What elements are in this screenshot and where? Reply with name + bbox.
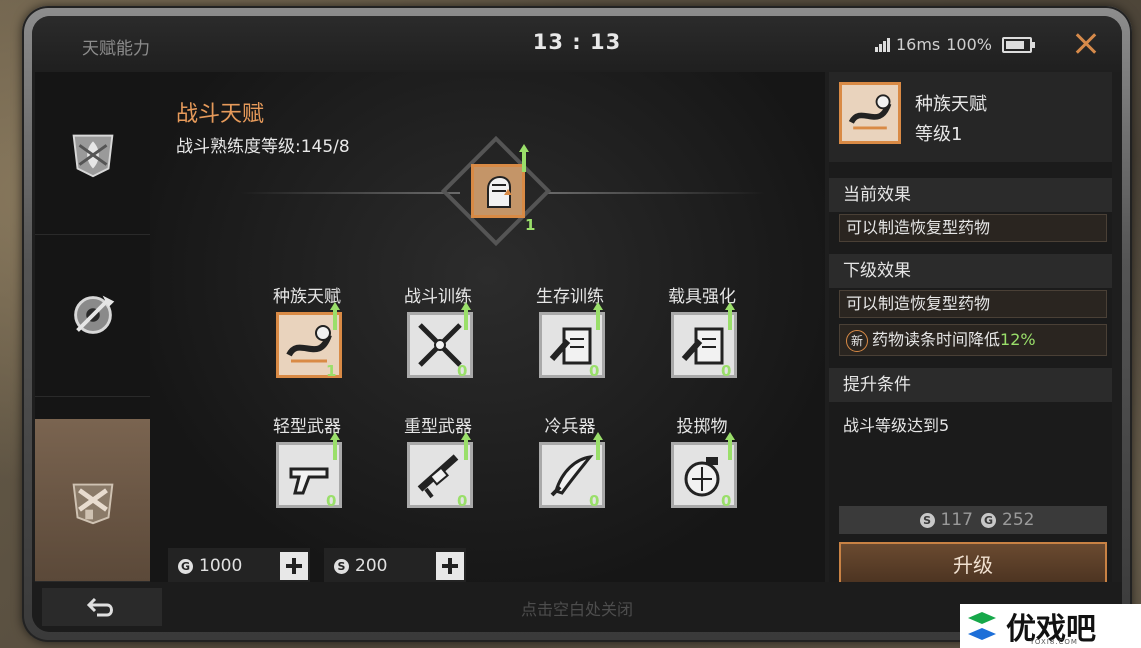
upgrade-arrow-icon	[330, 432, 340, 460]
current-effect-label: 当前效果	[829, 178, 1112, 212]
talent-screen: 天赋能力 13 : 13 16ms 100% 战斗天赋 战斗熟练度等级:145/…	[32, 16, 1122, 632]
battery-text: 100%	[946, 35, 992, 54]
skill-name: 生存训练	[536, 287, 604, 307]
new-effect: 新药物读条时间降低12%	[839, 324, 1107, 356]
skill-name: 轻型武器	[273, 417, 341, 437]
center-level: 1	[525, 216, 536, 234]
gold-coin-icon: G	[178, 558, 193, 574]
watermark-url: YOXI8.COM	[1030, 638, 1078, 646]
fist-icon	[471, 164, 525, 218]
tab-race[interactable]	[35, 72, 150, 235]
detail-level: 等级1	[915, 124, 963, 145]
watermark-logo-icon	[968, 612, 996, 640]
silver-coin-icon: S	[919, 512, 935, 528]
skill-level: 0	[721, 362, 732, 380]
upgrade-arrow-icon	[725, 302, 735, 330]
silver-amount: 200	[355, 556, 388, 576]
silver-coin-icon: S	[334, 558, 349, 574]
skill-level: 0	[326, 492, 337, 510]
leaf-shield-icon	[72, 134, 113, 178]
site-watermark: 优戏吧 YOXI8.COM	[960, 604, 1141, 648]
skill-survival-training[interactable]: 生存训练 0	[505, 282, 635, 412]
add-gold-button[interactable]	[280, 552, 308, 580]
skill-throwables[interactable]: 投掷物 0	[637, 412, 767, 542]
divider-right	[545, 192, 765, 194]
page-title: 战斗天赋	[176, 102, 265, 127]
skill-name: 冷兵器	[544, 417, 596, 437]
upgrade-arrow-icon	[330, 302, 340, 330]
upgrade-arrow-icon	[461, 302, 471, 330]
skill-light-weapons[interactable]: 轻型武器 0	[242, 412, 372, 542]
detail-name: 种族天赋	[915, 94, 987, 115]
skill-level: 1	[326, 362, 337, 380]
skill-race-talent[interactable]: 种族天赋 1	[242, 282, 372, 412]
skill-level: 0	[457, 492, 468, 510]
upgrade-arrow-icon	[519, 144, 529, 172]
upgrade-arrow-icon	[593, 302, 603, 330]
footer-bar[interactable]: 点击空白处关闭	[32, 582, 1122, 632]
upgrade-arrow-icon	[725, 432, 735, 460]
status-bar: 天赋能力 13 : 13 16ms 100%	[32, 16, 1122, 72]
skill-name: 投掷物	[676, 417, 728, 437]
detail-panel: 种族天赋 等级1 当前效果 可以制造恢复型药物 下级效果 可以制造恢复型药物 新…	[829, 72, 1112, 588]
gold-amount: 1000	[199, 556, 243, 576]
latency-text: 16ms	[895, 35, 941, 54]
device-frame: 天赋能力 13 : 13 16ms 100% 战斗天赋 战斗熟练度等级:145/…	[22, 6, 1132, 642]
gold-coin-icon: G	[981, 512, 996, 528]
skill-vehicle-enhance[interactable]: 载具强化 0	[637, 282, 767, 412]
skill-name: 载具强化	[668, 287, 736, 307]
status-indicators: 16ms 100%	[874, 35, 1035, 54]
upgrade-arrow-icon	[461, 432, 471, 460]
crossed-guns-icon	[72, 483, 113, 525]
close-hint: 点击空白处关闭	[520, 600, 633, 619]
close-icon[interactable]	[1070, 28, 1102, 60]
upgrade-cost: S 117 G 252	[839, 506, 1107, 534]
divider-left	[240, 192, 460, 194]
skill-melee-weapons[interactable]: 冷兵器 0	[505, 412, 635, 542]
gold-currency: G 1000	[168, 548, 310, 584]
current-effect: 可以制造恢复型药物	[839, 214, 1107, 242]
category-sidebar	[35, 72, 150, 582]
proficiency-level: 战斗熟练度等级:145/8	[176, 137, 350, 157]
condition-label: 提升条件	[829, 368, 1112, 402]
new-effect-text: 药物读条时间降低	[872, 330, 1001, 349]
skill-name: 种族天赋	[273, 287, 341, 307]
tab-skill[interactable]	[35, 234, 150, 397]
skill-combat-training[interactable]: 战斗训练 0	[373, 282, 503, 412]
skill-name: 战斗训练	[404, 287, 472, 307]
skill-level: 0	[721, 492, 732, 510]
new-effect-value: 12%	[1000, 330, 1036, 349]
next-effect-label: 下级效果	[829, 254, 1112, 288]
add-silver-button[interactable]	[436, 552, 464, 580]
signal-icon	[874, 37, 890, 52]
skill-level: 0	[589, 362, 600, 380]
gear-tools-icon	[73, 295, 114, 334]
next-effect: 可以制造恢复型药物	[839, 290, 1107, 318]
combat-talent-node[interactable]: 1	[440, 135, 552, 247]
silver-currency: S 200	[324, 548, 466, 584]
talent-tree: 战斗天赋 战斗熟练度等级:145/8 1 种族天赋 1 战斗训练 0 生存训练 …	[150, 72, 825, 584]
condition-text: 战斗等级达到5	[843, 416, 950, 435]
skill-level: 0	[457, 362, 468, 380]
skill-level: 0	[589, 492, 600, 510]
cost-gold: 252	[1002, 510, 1035, 530]
skill-heavy-weapons[interactable]: 重型武器 0	[373, 412, 503, 542]
upgrade-arrow-icon	[593, 432, 603, 460]
battery-icon	[1002, 36, 1035, 53]
skill-name: 重型武器	[404, 417, 472, 437]
tab-combat[interactable]	[35, 419, 150, 582]
new-badge: 新	[846, 329, 868, 352]
detail-header: 种族天赋 等级1	[829, 72, 1112, 162]
tentacle-icon	[839, 82, 901, 144]
cost-silver: 117	[940, 510, 973, 530]
